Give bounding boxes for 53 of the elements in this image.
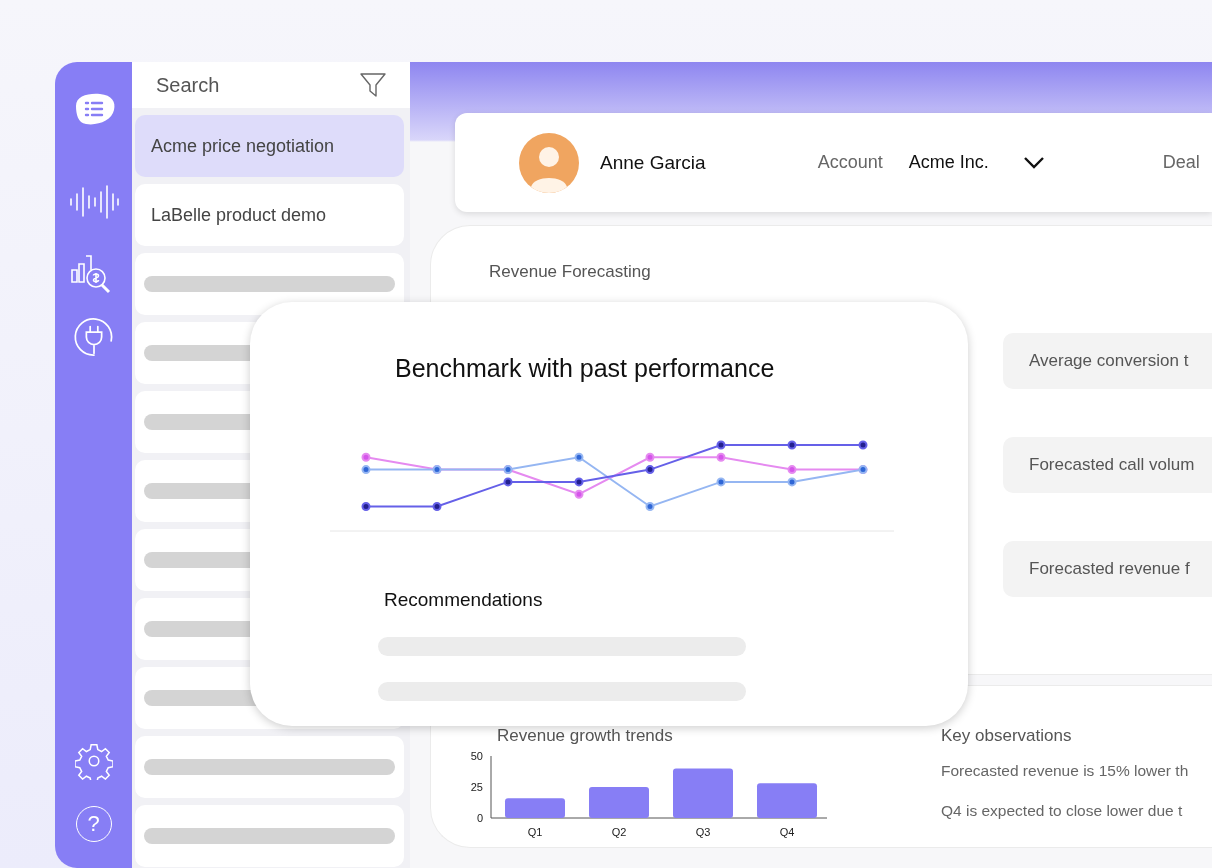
observation-text: Q4 is expected to close lower due t (941, 802, 1184, 820)
data-point (645, 502, 655, 511)
popup-title: Benchmark with past performance (394, 354, 776, 383)
bar (589, 787, 649, 818)
search-field[interactable]: Search (156, 73, 350, 97)
data-point (716, 440, 726, 450)
plug-icon[interactable] (72, 316, 115, 358)
category-label: Q2 (611, 826, 627, 838)
filter-icon[interactable] (360, 72, 386, 98)
data-point (645, 465, 655, 475)
data-point (503, 477, 513, 487)
observation-text: Forecasted revenue is 15% lower th (941, 762, 1189, 780)
section-title: Key observations (941, 726, 1073, 746)
avatar (519, 132, 579, 193)
waveform-icon[interactable] (68, 184, 119, 220)
category-label: Q1 (527, 826, 543, 838)
section-title: Revenue Forecasting (489, 262, 652, 282)
conversation-item[interactable]: LaBelle product demo (135, 184, 404, 246)
account-label: Account (817, 152, 883, 173)
data-point (574, 477, 584, 487)
metric-card: Average conversion t (1003, 333, 1212, 389)
category-label: Q3 (695, 826, 711, 838)
data-point (716, 452, 726, 462)
data-point (787, 440, 797, 450)
settings-icon[interactable] (74, 742, 113, 780)
bar (505, 798, 565, 818)
data-point (432, 502, 442, 511)
axis-tick-label: 50 (470, 750, 483, 762)
data-point (574, 452, 584, 462)
data-point (361, 452, 371, 462)
category-label: Q4 (779, 826, 795, 838)
account-value: Acme Inc. (908, 152, 989, 173)
chart-title: Revenue growth trends (496, 726, 674, 746)
metric-card: Forecasted call volum (1003, 437, 1212, 493)
metric-card: Forecasted revenue f (1003, 541, 1212, 597)
data-point (574, 489, 584, 499)
data-point (716, 477, 726, 487)
axis-tick-label: 25 (470, 781, 483, 793)
search-bar[interactable]: Search (132, 62, 410, 108)
deal-label: Deal (1162, 152, 1200, 173)
data-point (361, 465, 371, 475)
data-point (858, 440, 868, 450)
data-point (361, 502, 371, 511)
bar (757, 783, 817, 818)
chevron-down-icon[interactable] (1022, 155, 1045, 170)
section-title: Recommendations (384, 589, 544, 611)
data-point (787, 477, 797, 487)
user-name: Anne Garcia (600, 151, 706, 174)
data-point (645, 452, 655, 462)
axis-tick-label: 0 (476, 812, 483, 824)
bar (673, 768, 733, 818)
data-point (787, 465, 797, 475)
conversation-item[interactable]: Acme price negotiation (135, 115, 404, 177)
